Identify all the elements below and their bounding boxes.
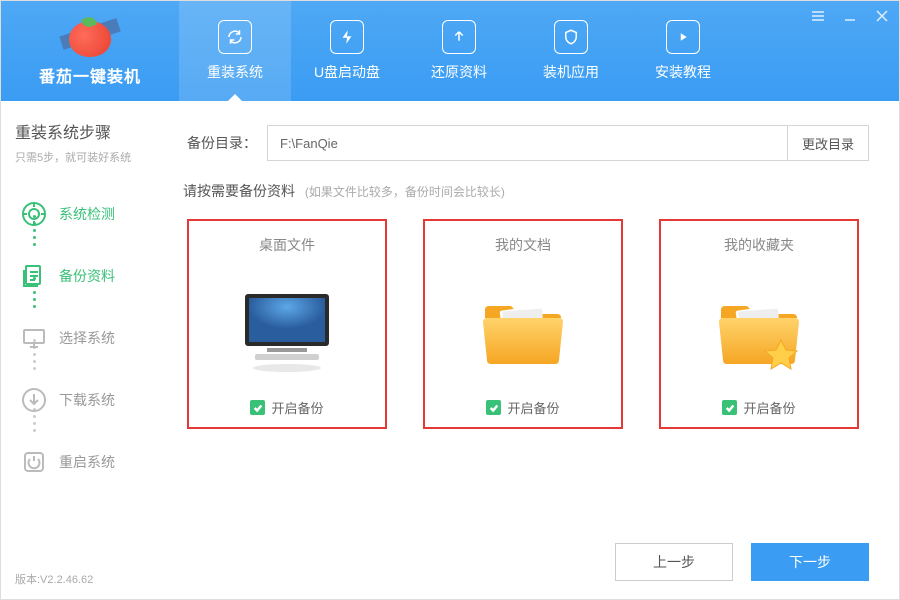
minimize-icon[interactable] bbox=[841, 7, 859, 25]
card-desktop[interactable]: 桌面文件 开启备份 bbox=[187, 219, 387, 429]
sidebar: 重装系统步骤 只需5步，就可装好系统 系统检测 备份资料 bbox=[1, 101, 147, 599]
step-restart: 重启系统 bbox=[21, 431, 133, 493]
document-icon bbox=[21, 263, 47, 289]
close-icon[interactable] bbox=[873, 7, 891, 25]
card-desktop-checkbox[interactable]: 开启备份 bbox=[250, 398, 323, 417]
card-documents[interactable]: 我的文档 开启备份 bbox=[423, 219, 623, 429]
card-documents-checkbox[interactable]: 开启备份 bbox=[486, 398, 559, 417]
sidebar-subtitle: 只需5步，就可装好系统 bbox=[15, 149, 133, 165]
nav-bar: 重装系统 U盘启动盘 还原资料 装机应用 bbox=[179, 1, 899, 101]
app-name: 番茄一键装机 bbox=[39, 63, 141, 87]
folder-star-icon bbox=[709, 267, 809, 398]
nav-usb[interactable]: U盘启动盘 bbox=[291, 1, 403, 101]
titlebar: Windows 番茄一键装机 重装系统 U盘启动盘 bbox=[1, 1, 899, 101]
target-icon bbox=[21, 201, 47, 227]
logo-area: Windows 番茄一键装机 bbox=[1, 1, 179, 101]
power-icon bbox=[21, 449, 47, 475]
steps-list: 系统检测 备份资料 选择系统 bbox=[15, 183, 133, 571]
logo-icon: Windows bbox=[60, 15, 120, 57]
nav-reinstall[interactable]: 重装系统 bbox=[179, 1, 291, 101]
version-label: 版本:V2.2.46.62 bbox=[15, 571, 133, 587]
sidebar-title: 重装系统步骤 bbox=[15, 119, 133, 143]
footer-buttons: 上一步 下一步 bbox=[177, 529, 869, 581]
backup-cards: 桌面文件 开启备份 bbox=[177, 219, 869, 429]
window-controls bbox=[809, 7, 891, 25]
download-icon bbox=[21, 387, 47, 413]
backup-dir-label: 备份目录： bbox=[177, 133, 257, 153]
next-button[interactable]: 下一步 bbox=[751, 543, 869, 581]
step-backup: 备份资料 bbox=[21, 245, 133, 307]
step-download: 下载系统 bbox=[21, 369, 133, 431]
check-icon bbox=[722, 400, 737, 415]
card-favorites-checkbox[interactable]: 开启备份 bbox=[722, 398, 795, 417]
main-panel: 备份目录： F:\FanQie 更改目录 请按需要备份资料 (如果文件比较多，备… bbox=[147, 101, 899, 599]
monitor-icon bbox=[21, 325, 47, 351]
folder-icon bbox=[473, 267, 573, 398]
desktop-monitor-icon bbox=[237, 267, 337, 398]
step-detection: 系统检测 bbox=[21, 183, 133, 245]
shield-icon bbox=[554, 20, 588, 54]
backup-dir-row: 备份目录： F:\FanQie 更改目录 bbox=[177, 125, 869, 161]
hint-text: 请按需要备份资料 (如果文件比较多，备份时间会比较长) bbox=[177, 181, 869, 201]
change-dir-button[interactable]: 更改目录 bbox=[787, 125, 869, 161]
refresh-icon bbox=[218, 20, 252, 54]
menu-icon[interactable] bbox=[809, 7, 827, 25]
card-favorites[interactable]: 我的收藏夹 开启备份 bbox=[659, 219, 859, 429]
nav-apps[interactable]: 装机应用 bbox=[515, 1, 627, 101]
nav-tutorial[interactable]: 安装教程 bbox=[627, 1, 739, 101]
prev-button[interactable]: 上一步 bbox=[615, 543, 733, 581]
check-icon bbox=[250, 400, 265, 415]
app-window: Windows 番茄一键装机 重装系统 U盘启动盘 bbox=[0, 0, 900, 600]
restore-icon bbox=[442, 20, 476, 54]
body: 重装系统步骤 只需5步，就可装好系统 系统检测 备份资料 bbox=[1, 101, 899, 599]
play-icon bbox=[666, 20, 700, 54]
bolt-icon bbox=[330, 20, 364, 54]
backup-dir-input[interactable]: F:\FanQie bbox=[267, 125, 787, 161]
nav-restore[interactable]: 还原资料 bbox=[403, 1, 515, 101]
step-choose: 选择系统 bbox=[21, 307, 133, 369]
check-icon bbox=[486, 400, 501, 415]
